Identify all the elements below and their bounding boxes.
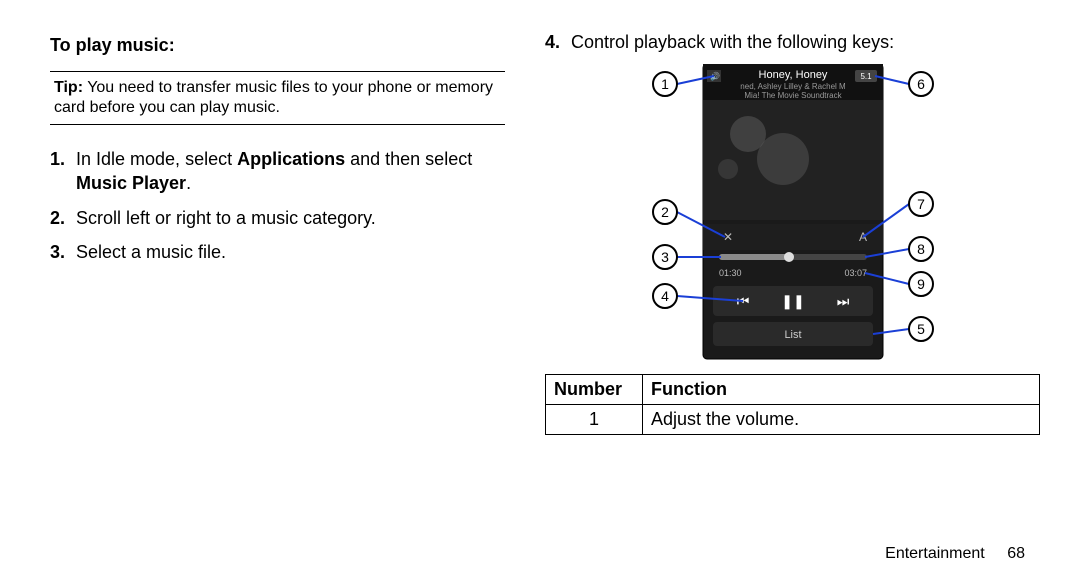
step-1-text-a: In Idle mode, select xyxy=(76,149,237,169)
step-1-bold-music-player: Music Player xyxy=(76,173,186,193)
step-1-text-c: and then select xyxy=(345,149,472,169)
td-number: 1 xyxy=(546,405,643,435)
step-1-bold-applications: Applications xyxy=(237,149,345,169)
step-1-number: 1. xyxy=(50,147,65,171)
step-4-number: 4. xyxy=(545,30,560,54)
heading-to-play-music: To play music: xyxy=(50,35,505,56)
list-button-label: List xyxy=(784,329,801,341)
callout-8: 8 xyxy=(917,241,925,257)
step-4: 4. Control playback with the following k… xyxy=(571,30,1040,54)
callout-7: 7 xyxy=(917,196,925,212)
td-function: Adjust the volume. xyxy=(643,405,1040,435)
tip-label: Tip: xyxy=(54,79,83,96)
music-player-diagram: Honey, Honey ned, Ashley Lilley & Rachel… xyxy=(593,64,993,364)
callout-3: 3 xyxy=(661,249,669,265)
time-current: 01:30 xyxy=(719,268,742,278)
page-footer: Entertainment 68 xyxy=(885,545,1025,563)
step-1-text-e: . xyxy=(186,173,191,193)
step-2-text: Scroll left or right to a music category… xyxy=(76,208,376,228)
callout-9: 9 xyxy=(917,276,925,292)
function-table: Number Function 1 Adjust the volume. xyxy=(545,374,1040,435)
step-3-text: Select a music file. xyxy=(76,242,226,262)
step-1: 1. In Idle mode, select Applications and… xyxy=(76,147,505,196)
callout-4: 4 xyxy=(661,288,669,304)
time-total: 03:07 xyxy=(844,268,867,278)
step-2-number: 2. xyxy=(50,206,65,230)
table-row: 1 Adjust the volume. xyxy=(546,405,1040,435)
step-2: 2. Scroll left or right to a music categ… xyxy=(76,206,505,230)
step-3-number: 3. xyxy=(50,240,65,264)
pause-icon[interactable]: ❚❚ xyxy=(781,293,804,310)
player-song-title: Honey, Honey xyxy=(758,69,827,81)
player-song-sub1: ned, Ashley Lilley & Rachel M xyxy=(740,82,846,91)
th-function: Function xyxy=(643,375,1040,405)
player-song-sub2: Mia! The Movie Soundtrack xyxy=(744,91,842,100)
progress-handle[interactable] xyxy=(784,252,794,262)
footer-section: Entertainment xyxy=(885,545,1003,562)
step-4-text: Control playback with the following keys… xyxy=(571,32,894,52)
callout-5: 5 xyxy=(917,321,925,337)
badge-5-1-text: 5.1 xyxy=(860,72,872,81)
callout-1: 1 xyxy=(661,76,669,92)
th-number: Number xyxy=(546,375,643,405)
next-icon[interactable]: ⏭ xyxy=(836,293,849,309)
callout-2: 2 xyxy=(661,204,669,220)
callout-6: 6 xyxy=(917,76,925,92)
step-3: 3. Select a music file. xyxy=(76,240,505,264)
tip-box: Tip: You need to transfer music files to… xyxy=(50,71,505,125)
footer-page: 68 xyxy=(1007,545,1025,562)
tip-body: You need to transfer music files to your… xyxy=(54,79,493,116)
